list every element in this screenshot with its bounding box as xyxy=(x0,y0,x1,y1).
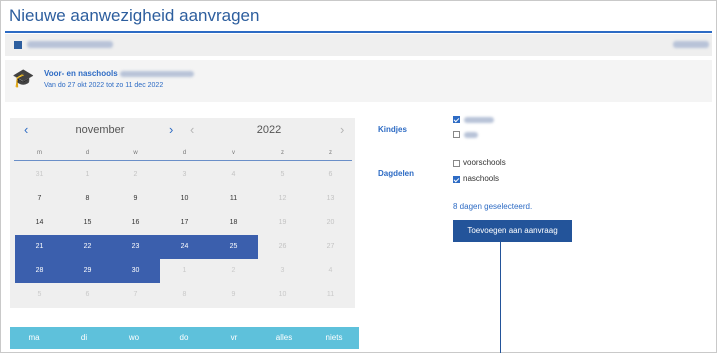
page-title: Nieuwe aanwezigheid aanvragen xyxy=(9,6,260,25)
calendar-day[interactable]: 12 xyxy=(258,187,307,211)
calendar-day[interactable]: 17 xyxy=(160,211,209,235)
kid-2-checkbox[interactable] xyxy=(453,131,460,138)
weekday-header: d xyxy=(85,150,90,156)
calendar-day-selected[interactable]: 30 xyxy=(111,259,160,283)
calendar-day[interactable]: 8 xyxy=(63,187,112,211)
calendar-day[interactable]: 14 xyxy=(15,211,64,235)
prev-month-icon[interactable]: ‹ xyxy=(24,122,28,137)
calendar-day[interactable]: 3 xyxy=(258,259,307,283)
weekday-header: v xyxy=(232,150,235,156)
quick-select-ma-button[interactable]: ma xyxy=(10,327,58,349)
calendar-day[interactable]: 11 xyxy=(306,283,355,307)
calendar-day[interactable]: 5 xyxy=(258,163,307,187)
calendar-day[interactable]: 27 xyxy=(306,235,355,259)
calendar-day[interactable]: 10 xyxy=(160,187,209,211)
voorschools-checkbox[interactable] xyxy=(453,160,460,167)
kid-1-checkbox[interactable] xyxy=(453,116,460,123)
calendar-day-selected[interactable]: 28 xyxy=(15,259,64,283)
callout-line xyxy=(500,242,501,353)
calendar-day[interactable]: 18 xyxy=(209,211,258,235)
weekday-header: z xyxy=(329,150,332,156)
location-info-redacted xyxy=(673,41,709,48)
calendar-day-selected[interactable]: 24 xyxy=(160,235,209,259)
calendar-day[interactable]: 13 xyxy=(306,187,355,211)
calendar-day[interactable]: 1 xyxy=(160,259,209,283)
month-label: november xyxy=(75,124,125,136)
calendar-day[interactable]: 15 xyxy=(63,211,112,235)
add-to-request-button[interactable]: Toevoegen aan aanvraag xyxy=(453,220,572,242)
course-title: Voor- en naschools xyxy=(44,69,194,78)
calendar-day-selected[interactable]: 25 xyxy=(209,235,258,259)
calendar-day[interactable]: 3 xyxy=(160,163,209,187)
quick-select-wo-button[interactable]: wo xyxy=(110,327,158,349)
calendar: ‹ november › ‹ 2022 › m d w d v z z 31 1 2 3 4 5 6 7 8 9… xyxy=(10,118,355,308)
location-bar xyxy=(5,34,712,56)
kid-2-name-redacted xyxy=(464,132,478,138)
kid-1-name-redacted xyxy=(464,117,494,123)
calendar-day[interactable]: 20 xyxy=(306,211,355,235)
naschools-checkbox[interactable] xyxy=(453,176,460,183)
calendar-day[interactable]: 31 xyxy=(15,163,64,187)
location-name-redacted xyxy=(27,41,113,48)
quick-select-vr-button[interactable]: vr xyxy=(210,327,258,349)
naschools-label: naschools xyxy=(463,174,500,183)
dagdelen-label: Dagdelen xyxy=(378,169,415,178)
calendar-day-selected[interactable]: 23 xyxy=(111,235,160,259)
calendar-day-selected[interactable]: 22 xyxy=(63,235,112,259)
kindjes-label: Kindjes xyxy=(378,125,407,134)
course-title-text: Voor- en naschools xyxy=(44,69,118,78)
calendar-day[interactable]: 19 xyxy=(258,211,307,235)
prev-year-icon[interactable]: ‹ xyxy=(190,122,194,137)
calendar-day-selected[interactable]: 29 xyxy=(63,259,112,283)
selected-days-info: 8 dagen geselecteerd. xyxy=(453,202,533,211)
building-icon xyxy=(14,41,22,49)
calendar-day[interactable]: 10 xyxy=(258,283,307,307)
next-month-icon[interactable]: › xyxy=(169,122,173,137)
calendar-day[interactable]: 9 xyxy=(209,283,258,307)
weekday-header: w xyxy=(133,150,138,156)
calendar-day[interactable]: 11 xyxy=(209,187,258,211)
course-dates: Van do 27 okt 2022 tot zo 11 dec 2022 xyxy=(44,82,164,89)
weekday-header: d xyxy=(182,150,187,156)
title-divider xyxy=(5,31,712,33)
calendar-day[interactable]: 16 xyxy=(111,211,160,235)
calendar-day[interactable]: 6 xyxy=(63,283,112,307)
quick-select-alles-button[interactable]: alles xyxy=(260,327,308,349)
calendar-day[interactable]: 9 xyxy=(111,187,160,211)
calendar-day[interactable]: 26 xyxy=(258,235,307,259)
calendar-day[interactable]: 8 xyxy=(160,283,209,307)
quick-select-bar: ma di wo do vr alles niets xyxy=(10,327,359,349)
weekday-divider xyxy=(14,160,352,161)
quick-select-niets-button[interactable]: niets xyxy=(310,327,358,349)
calendar-day[interactable]: 4 xyxy=(209,163,258,187)
calendar-day[interactable]: 4 xyxy=(306,259,355,283)
calendar-day[interactable]: 2 xyxy=(111,163,160,187)
course-card: 🎓 Voor- en naschools Van do 27 okt 2022 … xyxy=(5,60,712,102)
year-label: 2022 xyxy=(256,124,282,136)
calendar-day[interactable]: 2 xyxy=(209,259,258,283)
calendar-day[interactable]: 7 xyxy=(111,283,160,307)
next-year-icon[interactable]: › xyxy=(340,122,344,137)
calendar-day[interactable]: 6 xyxy=(306,163,355,187)
calendar-day[interactable]: 7 xyxy=(15,187,64,211)
calendar-day[interactable]: 1 xyxy=(63,163,112,187)
calendar-day-selected[interactable]: 21 xyxy=(15,235,64,259)
calendar-day[interactable]: 5 xyxy=(15,283,64,307)
graduation-cap-icon: 🎓 xyxy=(12,68,35,88)
weekday-header: m xyxy=(37,150,42,156)
course-location-redacted xyxy=(119,70,194,77)
voorschools-label: voorschools xyxy=(463,158,506,167)
quick-select-di-button[interactable]: di xyxy=(60,327,108,349)
weekday-header: z xyxy=(281,150,284,156)
quick-select-do-button[interactable]: do xyxy=(160,327,208,349)
